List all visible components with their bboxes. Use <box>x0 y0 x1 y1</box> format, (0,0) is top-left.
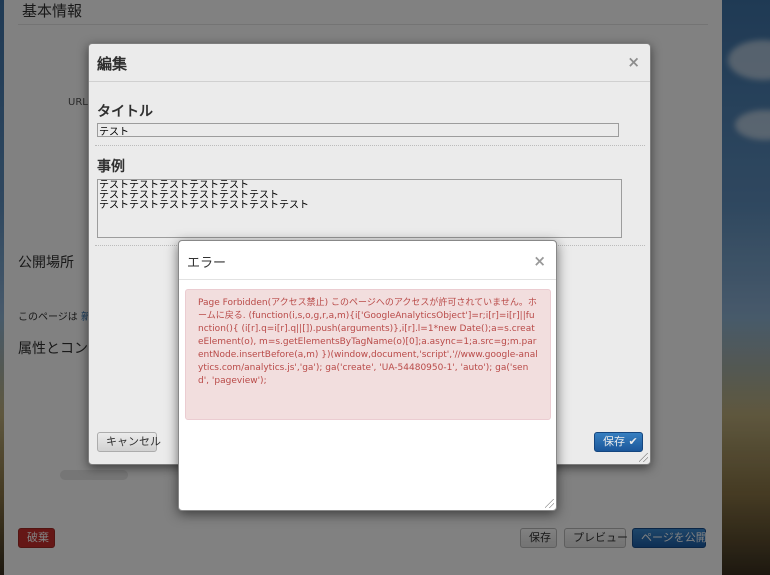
resize-handle-icon[interactable] <box>545 499 554 508</box>
close-icon[interactable]: × <box>533 254 546 269</box>
error-alert: Page Forbidden(アクセス禁止) このページへのアクセスが許可されて… <box>185 289 551 420</box>
error-modal: エラー × Page Forbidden(アクセス禁止) このページへのアクセス… <box>178 240 557 511</box>
error-modal-title: エラー <box>187 256 227 271</box>
error-modal-header: エラー × <box>179 241 556 280</box>
